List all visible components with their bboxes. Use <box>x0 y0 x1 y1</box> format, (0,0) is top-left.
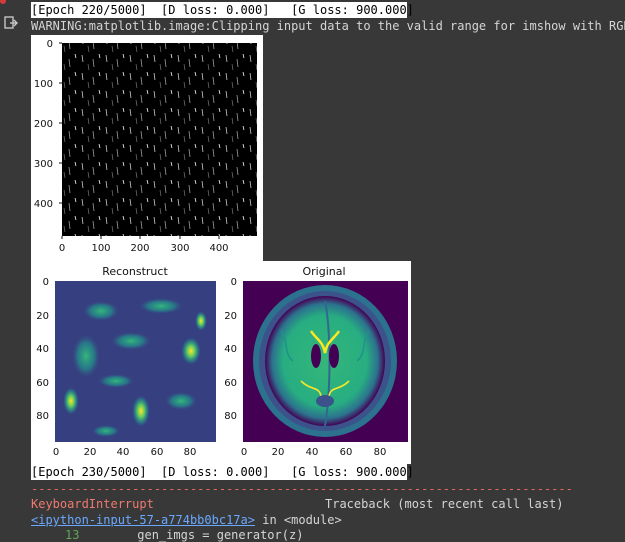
original-ytick-1: 20 <box>224 311 237 322</box>
original-image <box>243 281 408 442</box>
original-xtick-4: 80 <box>374 447 387 458</box>
code-line-number: 13 <box>65 528 80 542</box>
reconstruct-ytick-4: 80 <box>36 411 49 422</box>
output-redirect-icon[interactable] <box>4 16 18 30</box>
epoch-output-1: [Epoch 220/5000] [D loss: 0.000] [G loss… <box>31 2 414 18</box>
original-ytick-3: 60 <box>224 378 237 389</box>
top-ytick-0: 0 <box>47 39 53 50</box>
reconstruct-ytick-1: 20 <box>36 311 49 322</box>
top-xtick-0: 0 <box>59 243 65 254</box>
original-xtick-1: 20 <box>272 447 285 458</box>
top-xtick-4: 400 <box>209 243 228 254</box>
ipython-input-link[interactable]: <ipython-input-57-a774bb0bc17a> <box>31 513 255 527</box>
original-ytick-0: 0 <box>231 277 237 288</box>
original-xtick-0: 0 <box>241 447 247 458</box>
code-line: 13 gen_imgs = generator(z) <box>65 528 303 542</box>
top-image <box>62 43 257 236</box>
reconstruct-ytick-2: 40 <box>36 344 49 355</box>
original-xtick-2: 40 <box>306 447 319 458</box>
reconstruct-xtick-1: 20 <box>84 447 97 458</box>
reconstruct-ytick-3: 60 <box>36 378 49 389</box>
reconstruct-xtick-2: 40 <box>117 447 130 458</box>
top-ytick-3: 300 <box>34 159 53 170</box>
reconstruct-ytick-0: 0 <box>43 277 49 288</box>
reconstruct-xtick-4: 80 <box>184 447 197 458</box>
top-xtick-2: 200 <box>130 243 149 254</box>
traceback-separator: ----------------------------------------… <box>31 482 573 496</box>
reconstruct-xtick-0: 0 <box>53 447 59 458</box>
original-title: Original <box>302 265 345 278</box>
top-xtick-1: 100 <box>91 243 110 254</box>
epoch-text-2: [Epoch 230/5000] [D loss: 0.000] [G loss… <box>31 465 414 479</box>
top-figure: 0 100 200 300 400 0 100 200 300 400 <box>31 35 263 262</box>
traceback-label: Traceback (most recent call last) <box>325 497 564 511</box>
reconstruct-xtick-3: 60 <box>151 447 164 458</box>
top-ytick-1: 100 <box>34 79 53 90</box>
reconstruct-title: Reconstruct <box>102 265 168 278</box>
code-line-text: gen_imgs = generator(z) <box>79 528 304 542</box>
warning-text: WARNING:matplotlib.image:Clipping input … <box>31 19 625 33</box>
epoch-text-1: [Epoch 220/5000] [D loss: 0.000] [G loss… <box>31 3 414 17</box>
top-figure-plot: 0 100 200 300 400 0 100 200 300 400 <box>34 39 257 254</box>
top-xtick-3: 300 <box>170 243 189 254</box>
epoch-output-2: [Epoch 230/5000] [D loss: 0.000] [G loss… <box>31 464 414 480</box>
reconstruct-image <box>55 281 216 442</box>
in-module-text: in <module> <box>255 513 342 527</box>
top-ytick-4: 400 <box>34 199 53 210</box>
original-ytick-4: 80 <box>224 411 237 422</box>
exception-name: KeyboardInterrupt <box>31 497 154 511</box>
comparison-figure: Reconstruct 0 20 40 60 80 0 20 40 60 80 <box>31 261 411 464</box>
cell-status-marker <box>0 0 6 4</box>
comparison-figure-plot: Reconstruct 0 20 40 60 80 0 20 40 60 80 <box>36 265 408 458</box>
original-ytick-2: 40 <box>224 344 237 355</box>
original-xtick-3: 60 <box>340 447 353 458</box>
top-ytick-2: 200 <box>34 119 53 130</box>
